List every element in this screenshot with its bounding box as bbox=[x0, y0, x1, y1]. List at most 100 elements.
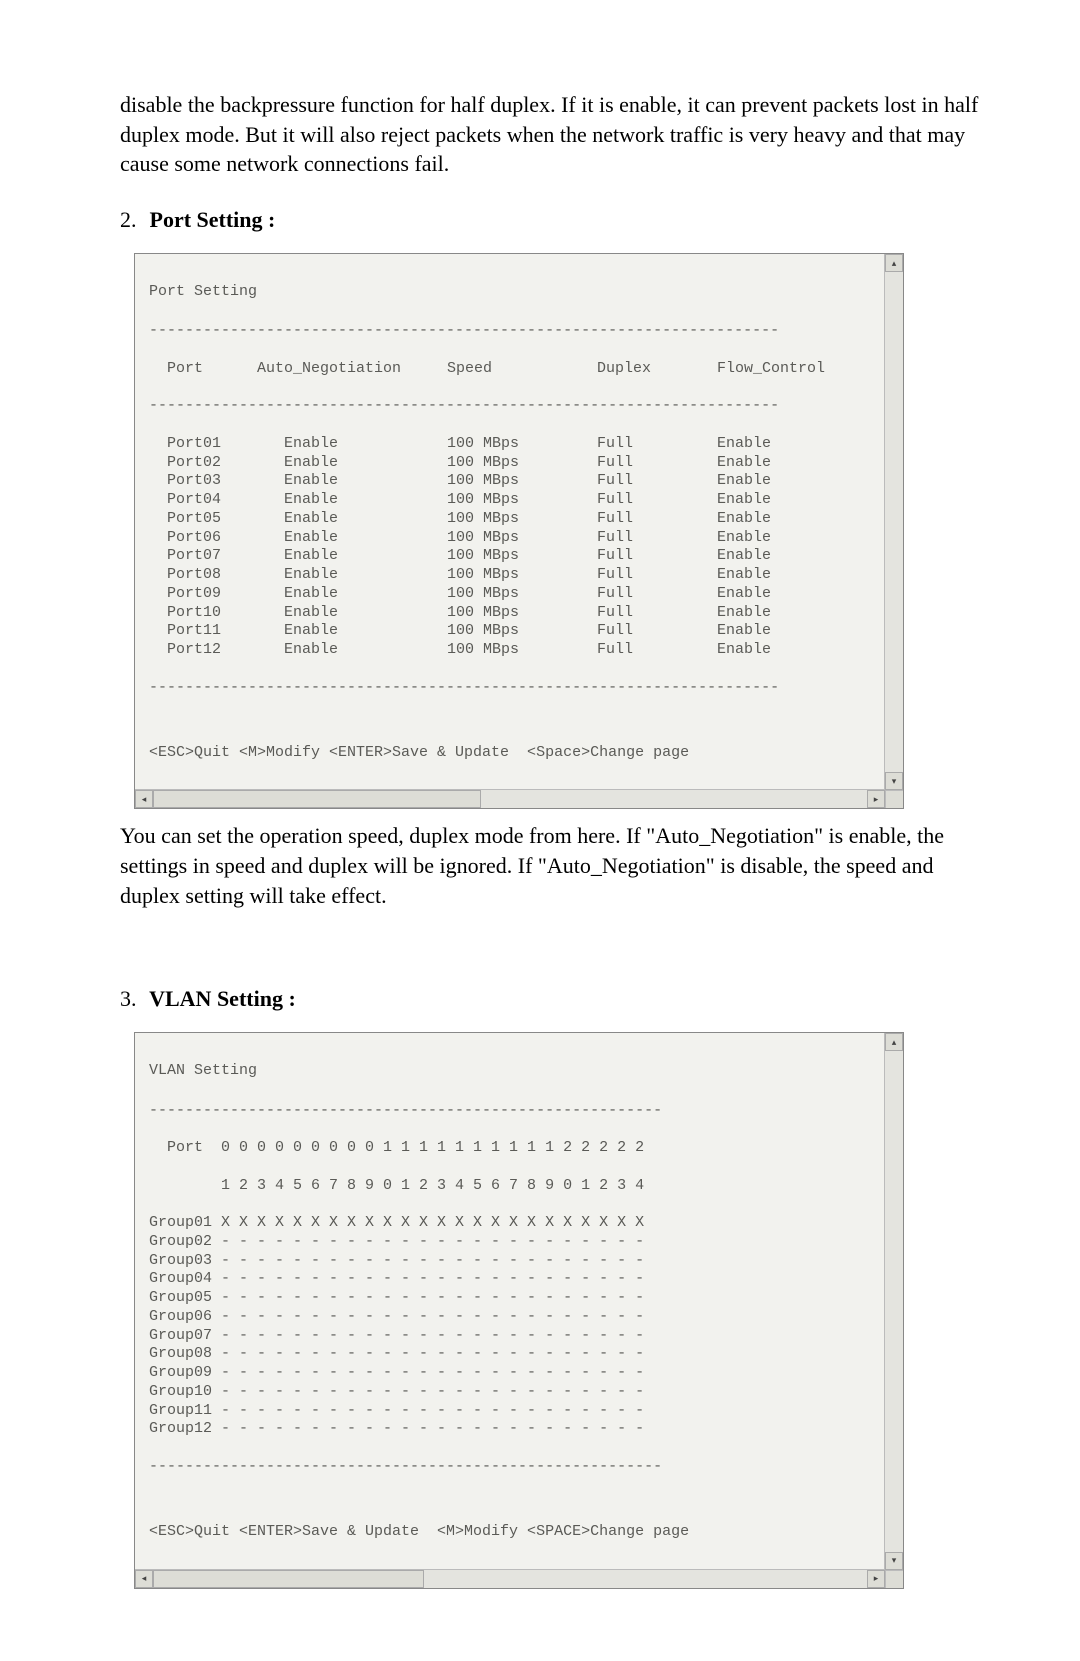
cell-port: Port04 bbox=[167, 491, 257, 510]
cell-auto-negotiation: Enable bbox=[257, 547, 447, 566]
port-setting-window: Port Setting ---------------------------… bbox=[134, 253, 904, 809]
cell-port: Port07 bbox=[167, 547, 257, 566]
cell-auto-negotiation: Enable bbox=[257, 622, 447, 641]
table-row: Group03 - - - - - - - - - - - - - - - - … bbox=[149, 1252, 889, 1271]
cell-auto-negotiation: Enable bbox=[257, 529, 447, 548]
cell-auto-negotiation: Enable bbox=[257, 641, 447, 660]
scrollbar-horizontal[interactable]: ◂ ▸ bbox=[135, 1569, 885, 1588]
table-row: Port05 Enable100 MBpsFullEnable bbox=[149, 510, 889, 529]
cell-duplex: Full bbox=[597, 566, 717, 585]
port-window-footer: <ESC>Quit <M>Modify <ENTER>Save & Update… bbox=[149, 744, 889, 763]
table-row: Port12 Enable100 MBpsFullEnable bbox=[149, 641, 889, 660]
cell-auto-negotiation: Enable bbox=[257, 510, 447, 529]
cell-speed: 100 MBps bbox=[447, 566, 597, 585]
cell-duplex: Full bbox=[597, 622, 717, 641]
scroll-left-icon[interactable]: ◂ bbox=[135, 790, 153, 808]
col-auto: Auto_Negotiation bbox=[257, 360, 447, 379]
scroll-up-icon[interactable]: ▴ bbox=[885, 254, 903, 272]
vlan-setting-heading: 3. VLAN Setting : bbox=[120, 986, 980, 1012]
table-row: Group12 - - - - - - - - - - - - - - - - … bbox=[149, 1420, 889, 1439]
scrollbar-vertical[interactable]: ▴ ▾ bbox=[884, 254, 903, 790]
table-row: Port06 Enable100 MBpsFullEnable bbox=[149, 529, 889, 548]
port-setting-heading: 2. Port Setting : bbox=[120, 207, 980, 233]
section-colon: : bbox=[263, 207, 276, 232]
cell-auto-negotiation: Enable bbox=[257, 566, 447, 585]
table-row: Group02 - - - - - - - - - - - - - - - - … bbox=[149, 1233, 889, 1252]
scrollbar-horizontal[interactable]: ◂ ▸ bbox=[135, 789, 885, 808]
vlan-window-footer: <ESC>Quit <ENTER>Save & Update <M>Modify… bbox=[149, 1523, 889, 1542]
section-title: Port Setting bbox=[150, 207, 263, 232]
cell-speed: 100 MBps bbox=[447, 491, 597, 510]
scroll-track[interactable] bbox=[153, 790, 867, 808]
cell-flow-control: Enable bbox=[717, 622, 837, 641]
table-row: Group07 - - - - - - - - - - - - - - - - … bbox=[149, 1327, 889, 1346]
section-number: 3. bbox=[120, 986, 144, 1012]
cell-duplex: Full bbox=[597, 641, 717, 660]
table-row: Port11 Enable100 MBpsFullEnable bbox=[149, 622, 889, 641]
cell-speed: 100 MBps bbox=[447, 622, 597, 641]
cell-flow-control: Enable bbox=[717, 604, 837, 623]
vlan-window-title: VLAN Setting bbox=[149, 1062, 889, 1081]
scroll-left-icon[interactable]: ◂ bbox=[135, 1570, 153, 1588]
cell-speed: 100 MBps bbox=[447, 472, 597, 491]
cell-flow-control: Enable bbox=[717, 491, 837, 510]
table-row: Group08 - - - - - - - - - - - - - - - - … bbox=[149, 1345, 889, 1364]
cell-duplex: Full bbox=[597, 435, 717, 454]
cell-flow-control: Enable bbox=[717, 529, 837, 548]
cell-port: Port10 bbox=[167, 604, 257, 623]
table-row: Port10 Enable100 MBpsFullEnable bbox=[149, 604, 889, 623]
table-row: Port03 Enable100 MBpsFullEnable bbox=[149, 472, 889, 491]
cell-speed: 100 MBps bbox=[447, 529, 597, 548]
cell-port: Port12 bbox=[167, 641, 257, 660]
table-row: Group01 X X X X X X X X X X X X X X X X … bbox=[149, 1214, 889, 1233]
cell-speed: 100 MBps bbox=[447, 585, 597, 604]
separator: ----------------------------------------… bbox=[149, 1102, 889, 1121]
cell-port: Port09 bbox=[167, 585, 257, 604]
port-explain-paragraph: You can set the operation speed, duplex … bbox=[120, 821, 980, 910]
cell-flow-control: Enable bbox=[717, 510, 837, 529]
scroll-track[interactable] bbox=[885, 1051, 903, 1551]
separator: ----------------------------------------… bbox=[149, 397, 889, 416]
cell-port: Port02 bbox=[167, 454, 257, 473]
section-title: VLAN Setting bbox=[149, 986, 283, 1011]
table-row: Group04 - - - - - - - - - - - - - - - - … bbox=[149, 1270, 889, 1289]
cell-flow-control: Enable bbox=[717, 641, 837, 660]
table-row: Group10 - - - - - - - - - - - - - - - - … bbox=[149, 1383, 889, 1402]
cell-speed: 100 MBps bbox=[447, 547, 597, 566]
cell-flow-control: Enable bbox=[717, 547, 837, 566]
cell-speed: 100 MBps bbox=[447, 641, 597, 660]
vlan-header-row-2: 1 2 3 4 5 6 7 8 9 0 1 2 3 4 5 6 7 8 9 0 … bbox=[149, 1177, 889, 1196]
scroll-up-icon[interactable]: ▴ bbox=[885, 1033, 903, 1051]
scroll-down-icon[interactable]: ▾ bbox=[885, 772, 903, 790]
scrollbar-vertical[interactable]: ▴ ▾ bbox=[884, 1033, 903, 1569]
col-port: Port bbox=[167, 360, 257, 379]
scroll-corner bbox=[885, 1570, 903, 1588]
scroll-right-icon[interactable]: ▸ bbox=[867, 790, 885, 808]
cell-duplex: Full bbox=[597, 510, 717, 529]
scroll-track[interactable] bbox=[885, 272, 903, 772]
scroll-track[interactable] bbox=[153, 1570, 867, 1588]
table-row: Port02 Enable100 MBpsFullEnable bbox=[149, 454, 889, 473]
table-row: Port07 Enable100 MBpsFullEnable bbox=[149, 547, 889, 566]
scroll-thumb[interactable] bbox=[153, 1570, 424, 1588]
cell-port: Port08 bbox=[167, 566, 257, 585]
cell-duplex: Full bbox=[597, 585, 717, 604]
cell-port: Port05 bbox=[167, 510, 257, 529]
scroll-corner bbox=[885, 790, 903, 808]
cell-flow-control: Enable bbox=[717, 566, 837, 585]
port-window-title: Port Setting bbox=[149, 283, 889, 302]
cell-flow-control: Enable bbox=[717, 435, 837, 454]
vlan-header-row-1: Port 0 0 0 0 0 0 0 0 0 1 1 1 1 1 1 1 1 1… bbox=[149, 1139, 889, 1158]
cell-port: Port06 bbox=[167, 529, 257, 548]
cell-auto-negotiation: Enable bbox=[257, 454, 447, 473]
cell-flow-control: Enable bbox=[717, 454, 837, 473]
cell-duplex: Full bbox=[597, 604, 717, 623]
scroll-right-icon[interactable]: ▸ bbox=[867, 1570, 885, 1588]
scroll-down-icon[interactable]: ▾ bbox=[885, 1552, 903, 1570]
table-row: Port04 Enable100 MBpsFullEnable bbox=[149, 491, 889, 510]
cell-duplex: Full bbox=[597, 529, 717, 548]
cell-speed: 100 MBps bbox=[447, 454, 597, 473]
table-row: Port01 Enable100 MBpsFullEnable bbox=[149, 435, 889, 454]
table-row: Group11 - - - - - - - - - - - - - - - - … bbox=[149, 1402, 889, 1421]
scroll-thumb[interactable] bbox=[153, 790, 481, 808]
